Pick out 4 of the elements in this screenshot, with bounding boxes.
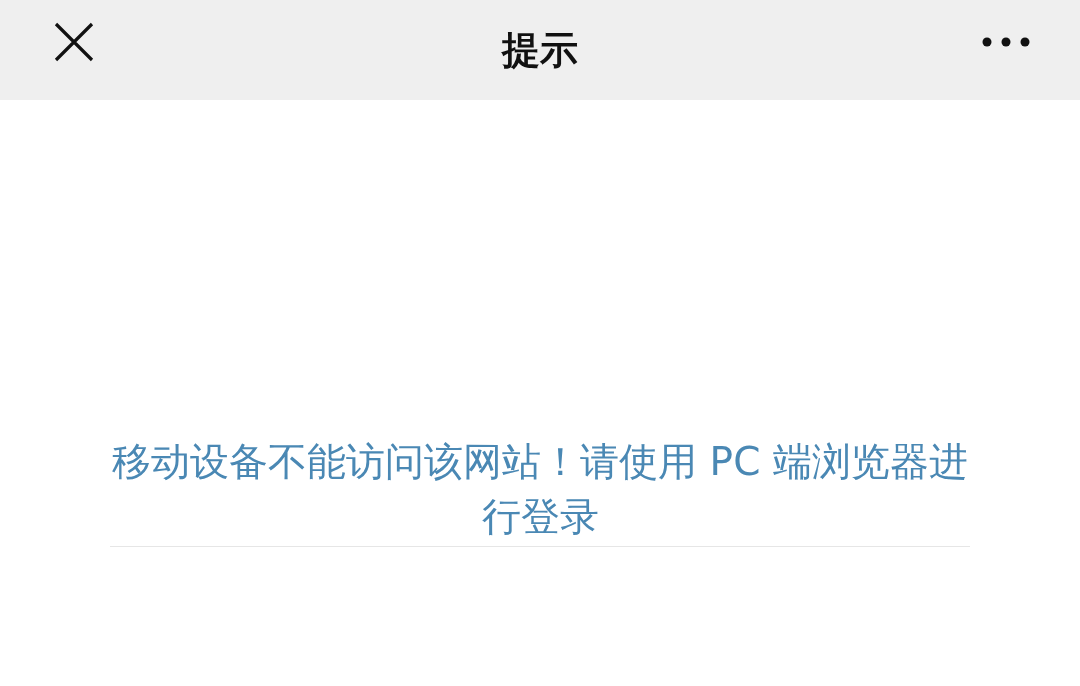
close-icon[interactable] — [54, 22, 94, 62]
more-icon[interactable] — [982, 37, 1030, 47]
page-title: 提示 — [502, 26, 578, 74]
error-message: 移动设备不能访问该网站！请使用 PC 端浏览器进行登录 — [111, 438, 969, 541]
